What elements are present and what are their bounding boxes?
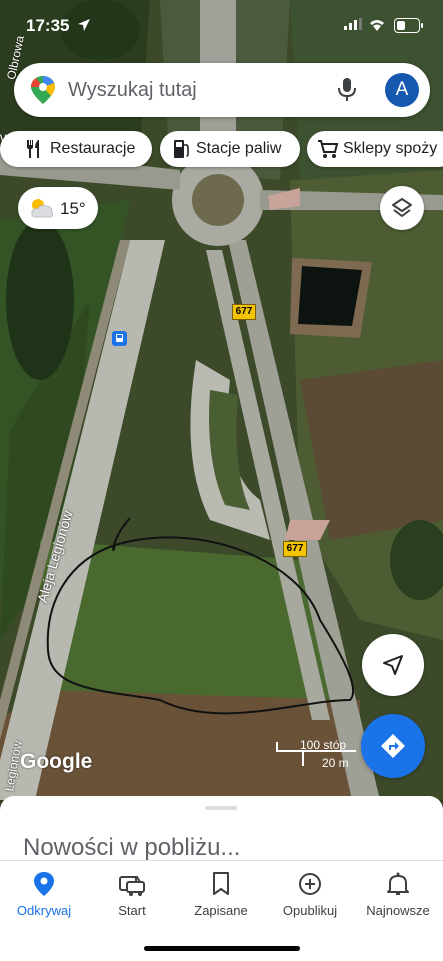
nav-updates[interactable]: Najnowsze [354, 871, 442, 918]
nav-explore[interactable]: Odkrywaj [0, 871, 88, 918]
explore-pin-icon [34, 872, 54, 896]
sheet-title: Nowości w pobliżu... [23, 834, 241, 861]
weather-temperature: 15° [60, 199, 86, 218]
nav-label: Najnowsze [366, 903, 430, 918]
nav-label: Zapisane [194, 903, 248, 918]
sheet-drag-handle[interactable] [205, 806, 237, 810]
bell-icon [387, 872, 409, 895]
google-attribution: Google [20, 750, 93, 773]
wifi-icon [370, 20, 384, 31]
shopping-cart-icon [318, 140, 339, 158]
chip-grocery[interactable]: Sklepy spoży [307, 131, 443, 167]
scale-metric: 20 m [322, 756, 349, 770]
account-avatar[interactable]: A [385, 73, 419, 107]
search-bar[interactable]: Wyszukaj tutaj A [14, 63, 430, 117]
nav-saved[interactable]: Zapisane [177, 871, 265, 918]
layers-icon [392, 198, 412, 217]
microphone-icon[interactable] [336, 77, 358, 103]
status-time: 17:35 [26, 16, 70, 35]
nav-contribute[interactable]: Opublikuj [266, 871, 354, 918]
map-scale: 100 stóp 20 m [276, 738, 356, 770]
add-circle-icon [299, 873, 321, 895]
nav-start[interactable]: Start [88, 871, 176, 918]
route-shield-677: 677 [232, 304, 256, 320]
chip-label: Stacje paliw [196, 140, 282, 157]
battery-icon [394, 18, 420, 33]
nav-label: Start [118, 903, 146, 918]
gas-station-icon [174, 140, 189, 158]
chip-label: Restauracje [50, 140, 136, 157]
chip-label: Sklepy spoży [343, 140, 438, 157]
directions-icon [381, 734, 405, 758]
home-indicator[interactable] [144, 946, 300, 951]
route-shield-677: 677 [283, 541, 307, 557]
signal-icon [344, 18, 362, 30]
partly-cloudy-icon [31, 199, 54, 218]
google-maps-pin-icon [31, 76, 55, 104]
weather-chip[interactable]: 15° [18, 187, 98, 229]
status-bar: 17:35 [0, 0, 443, 52]
bottom-sheet[interactable]: Nowości w pobliżu... [0, 796, 443, 861]
chip-gas-stations[interactable]: Stacje paliw [160, 131, 300, 167]
navigation-arrow-icon [383, 655, 403, 675]
search-input[interactable]: Wyszukaj tutaj [68, 79, 197, 102]
bookmark-icon [213, 872, 229, 895]
bus-stop-icon[interactable] [112, 331, 127, 346]
fork-knife-icon [27, 140, 39, 158]
location-services-icon [78, 19, 90, 31]
nav-label: Opublikuj [282, 903, 338, 918]
my-location-button[interactable] [362, 634, 424, 696]
chip-restaurants[interactable]: Restauracje [0, 131, 152, 167]
layers-button[interactable] [380, 186, 424, 230]
car-icon [119, 876, 145, 896]
nav-label: Odkrywaj [16, 903, 72, 918]
directions-button[interactable] [361, 714, 425, 778]
